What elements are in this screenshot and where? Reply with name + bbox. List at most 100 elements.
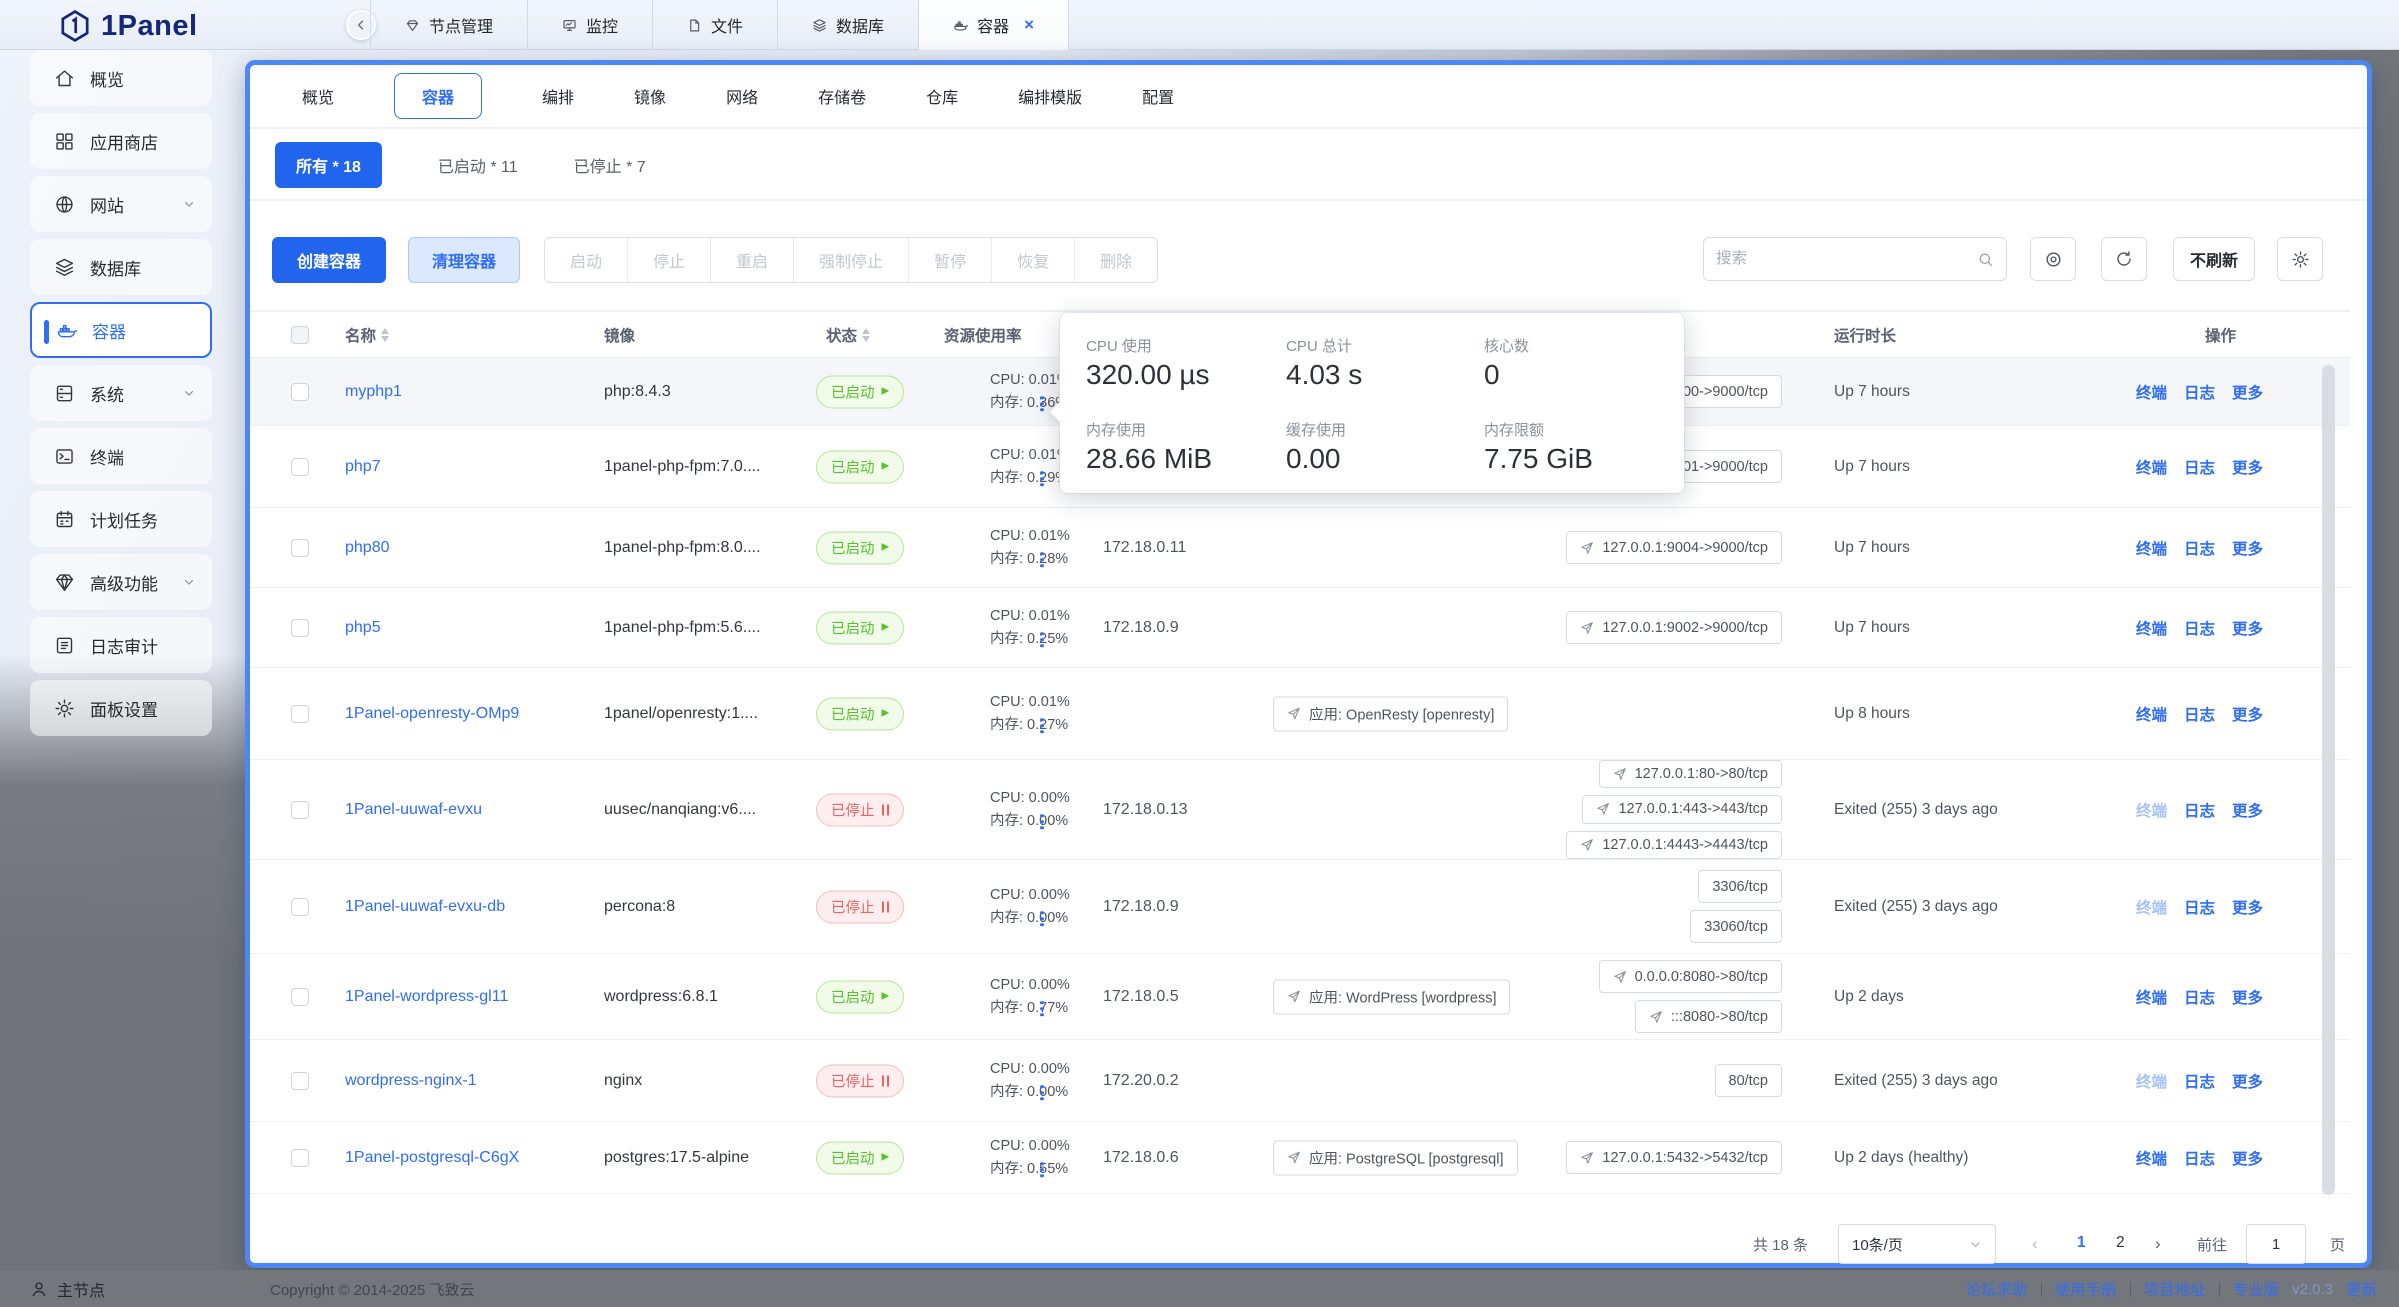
sidebar-item-概览[interactable]: 概览 bbox=[30, 50, 212, 106]
tab-容器[interactable]: 容器 bbox=[394, 73, 482, 119]
tab-存储卷[interactable]: 存储卷 bbox=[818, 84, 866, 108]
tab-仓库[interactable]: 仓库 bbox=[926, 84, 958, 108]
row-checkbox[interactable] bbox=[291, 539, 309, 557]
terminal-link[interactable]: 终端 bbox=[2136, 537, 2167, 559]
sidebar-item-高级功能[interactable]: 高级功能 bbox=[30, 554, 212, 610]
more-link[interactable]: 更多 bbox=[2232, 1147, 2263, 1169]
more-stats-icon[interactable] bbox=[1040, 471, 1044, 487]
goto-page-input[interactable] bbox=[2246, 1224, 2306, 1264]
filter-已启动[interactable]: 已启动 * 11 bbox=[438, 153, 518, 177]
more-link[interactable]: 更多 bbox=[2232, 1070, 2263, 1092]
logs-link[interactable]: 日志 bbox=[2184, 896, 2215, 918]
port-tag[interactable]: 0.0.0.0:8080->80/tcp bbox=[1599, 960, 1782, 993]
header-name[interactable]: 名称 bbox=[345, 324, 389, 346]
logs-link[interactable]: 日志 bbox=[2184, 986, 2215, 1008]
more-stats-icon[interactable] bbox=[1040, 632, 1044, 648]
row-checkbox[interactable] bbox=[291, 1149, 309, 1167]
row-checkbox[interactable] bbox=[291, 898, 309, 916]
footer-link-专业版[interactable]: 专业版 bbox=[2233, 1278, 2280, 1300]
more-stats-icon[interactable] bbox=[1040, 718, 1044, 734]
row-checkbox[interactable] bbox=[291, 619, 309, 637]
select-all-checkbox[interactable] bbox=[291, 326, 309, 344]
terminal-link[interactable]: 终端 bbox=[2136, 617, 2167, 639]
footer-link-论坛求助[interactable]: 论坛求助 bbox=[1966, 1278, 2028, 1300]
more-link[interactable]: 更多 bbox=[2232, 456, 2263, 478]
filter-所有[interactable]: 所有 * 18 bbox=[275, 142, 382, 188]
container-name-link[interactable]: 1Panel-openresty-OMp9 bbox=[345, 705, 597, 723]
row-checkbox[interactable] bbox=[291, 801, 309, 819]
tab-概览[interactable]: 概览 bbox=[302, 84, 334, 108]
row-checkbox[interactable] bbox=[291, 705, 309, 723]
prev-page-button[interactable]: ‹ bbox=[2032, 1234, 2038, 1254]
page-number-1[interactable]: 1 bbox=[2077, 1234, 2086, 1252]
logs-link[interactable]: 日志 bbox=[2184, 1070, 2215, 1092]
search-input[interactable] bbox=[1704, 250, 1977, 268]
more-stats-icon[interactable] bbox=[1040, 814, 1044, 830]
sidebar-item-系统[interactable]: 系统 bbox=[30, 365, 212, 421]
terminal-link[interactable]: 终端 bbox=[2136, 456, 2167, 478]
container-name-link[interactable]: php7 bbox=[345, 458, 597, 476]
sidebar-item-数据库[interactable]: 数据库 bbox=[30, 239, 212, 295]
terminal-link[interactable]: 终端 bbox=[2136, 381, 2167, 403]
sidebar-item-面板设置[interactable]: 面板设置 bbox=[30, 680, 212, 736]
container-name-link[interactable]: php80 bbox=[345, 539, 597, 557]
tab-编排模版[interactable]: 编排模版 bbox=[1018, 84, 1082, 108]
port-tag[interactable]: 127.0.0.1:80->80/tcp bbox=[1599, 760, 1782, 788]
port-tag[interactable]: :::8080->80/tcp bbox=[1635, 1000, 1782, 1033]
terminal-link[interactable]: 终端 bbox=[2136, 703, 2167, 725]
page-number-2[interactable]: 2 bbox=[2116, 1234, 2125, 1252]
tab-编排[interactable]: 编排 bbox=[542, 84, 574, 108]
footer-link-使用手册[interactable]: 使用手册 bbox=[2055, 1278, 2117, 1300]
close-icon[interactable]: × bbox=[1024, 15, 1034, 35]
more-link[interactable]: 更多 bbox=[2232, 703, 2263, 725]
container-name-link[interactable]: myphp1 bbox=[345, 383, 597, 401]
logs-link[interactable]: 日志 bbox=[2184, 799, 2215, 821]
container-name-link[interactable]: php5 bbox=[345, 619, 597, 637]
current-node-selector[interactable]: 主节点 bbox=[30, 1277, 105, 1301]
terminal-link[interactable]: 终端 bbox=[2136, 896, 2167, 918]
table-settings-button[interactable] bbox=[2277, 237, 2323, 281]
tab-网络[interactable]: 网络 bbox=[726, 84, 758, 108]
tab-镜像[interactable]: 镜像 bbox=[634, 84, 666, 108]
header-status[interactable]: 状态 bbox=[826, 324, 870, 346]
footer-link-项目地址[interactable]: 项目地址 bbox=[2144, 1278, 2206, 1300]
app-tag[interactable]: 应用: PostgreSQL [postgresql] bbox=[1273, 1140, 1518, 1175]
row-checkbox[interactable] bbox=[291, 1072, 309, 1090]
more-stats-icon[interactable] bbox=[1040, 911, 1044, 927]
more-link[interactable]: 更多 bbox=[2232, 896, 2263, 918]
batch-强制停止-button[interactable]: 强制停止 bbox=[793, 238, 908, 282]
column-visibility-button[interactable] bbox=[2030, 237, 2076, 281]
port-tag[interactable]: 127.0.0.1:5432->5432/tcp bbox=[1566, 1141, 1782, 1174]
batch-删除-button[interactable]: 删除 bbox=[1074, 238, 1157, 282]
more-link[interactable]: 更多 bbox=[2232, 799, 2263, 821]
app-tag[interactable]: 应用: OpenResty [openresty] bbox=[1273, 696, 1508, 731]
app-tag[interactable]: 应用: WordPress [wordpress] bbox=[1273, 979, 1510, 1014]
tab-配置[interactable]: 配置 bbox=[1142, 84, 1174, 108]
sidebar-item-网站[interactable]: 网站 bbox=[30, 176, 212, 232]
batch-恢复-button[interactable]: 恢复 bbox=[991, 238, 1074, 282]
port-tag[interactable]: 127.0.0.1:443->443/tcp bbox=[1582, 795, 1782, 823]
container-name-link[interactable]: 1Panel-postgresql-C6gX bbox=[345, 1149, 597, 1167]
logs-link[interactable]: 日志 bbox=[2184, 1147, 2215, 1169]
next-page-button[interactable]: › bbox=[2155, 1234, 2161, 1254]
terminal-link[interactable]: 终端 bbox=[2136, 1070, 2167, 1092]
container-name-link[interactable]: 1Panel-wordpress-gl11 bbox=[345, 988, 597, 1006]
terminal-link[interactable]: 终端 bbox=[2136, 1147, 2167, 1169]
update-link[interactable]: 更新 bbox=[2346, 1278, 2377, 1300]
top-tab-节点管理[interactable]: 节点管理 bbox=[370, 0, 528, 50]
top-tab-文件[interactable]: 文件 bbox=[653, 0, 778, 50]
batch-启动-button[interactable]: 启动 bbox=[545, 238, 627, 282]
more-stats-icon[interactable] bbox=[1040, 1001, 1044, 1017]
row-checkbox[interactable] bbox=[291, 988, 309, 1006]
logs-link[interactable]: 日志 bbox=[2184, 703, 2215, 725]
more-stats-icon[interactable] bbox=[1040, 1162, 1044, 1178]
row-checkbox[interactable] bbox=[291, 458, 309, 476]
more-link[interactable]: 更多 bbox=[2232, 381, 2263, 403]
sidebar-item-计划任务[interactable]: 计划任务 bbox=[30, 491, 212, 547]
row-checkbox[interactable] bbox=[291, 383, 309, 401]
batch-暂停-button[interactable]: 暂停 bbox=[908, 238, 991, 282]
container-name-link[interactable]: 1Panel-uuwaf-evxu-db bbox=[345, 898, 597, 916]
logs-link[interactable]: 日志 bbox=[2184, 381, 2215, 403]
container-name-link[interactable]: wordpress-nginx-1 bbox=[345, 1072, 597, 1090]
create-container-button[interactable]: 创建容器 bbox=[272, 237, 386, 283]
